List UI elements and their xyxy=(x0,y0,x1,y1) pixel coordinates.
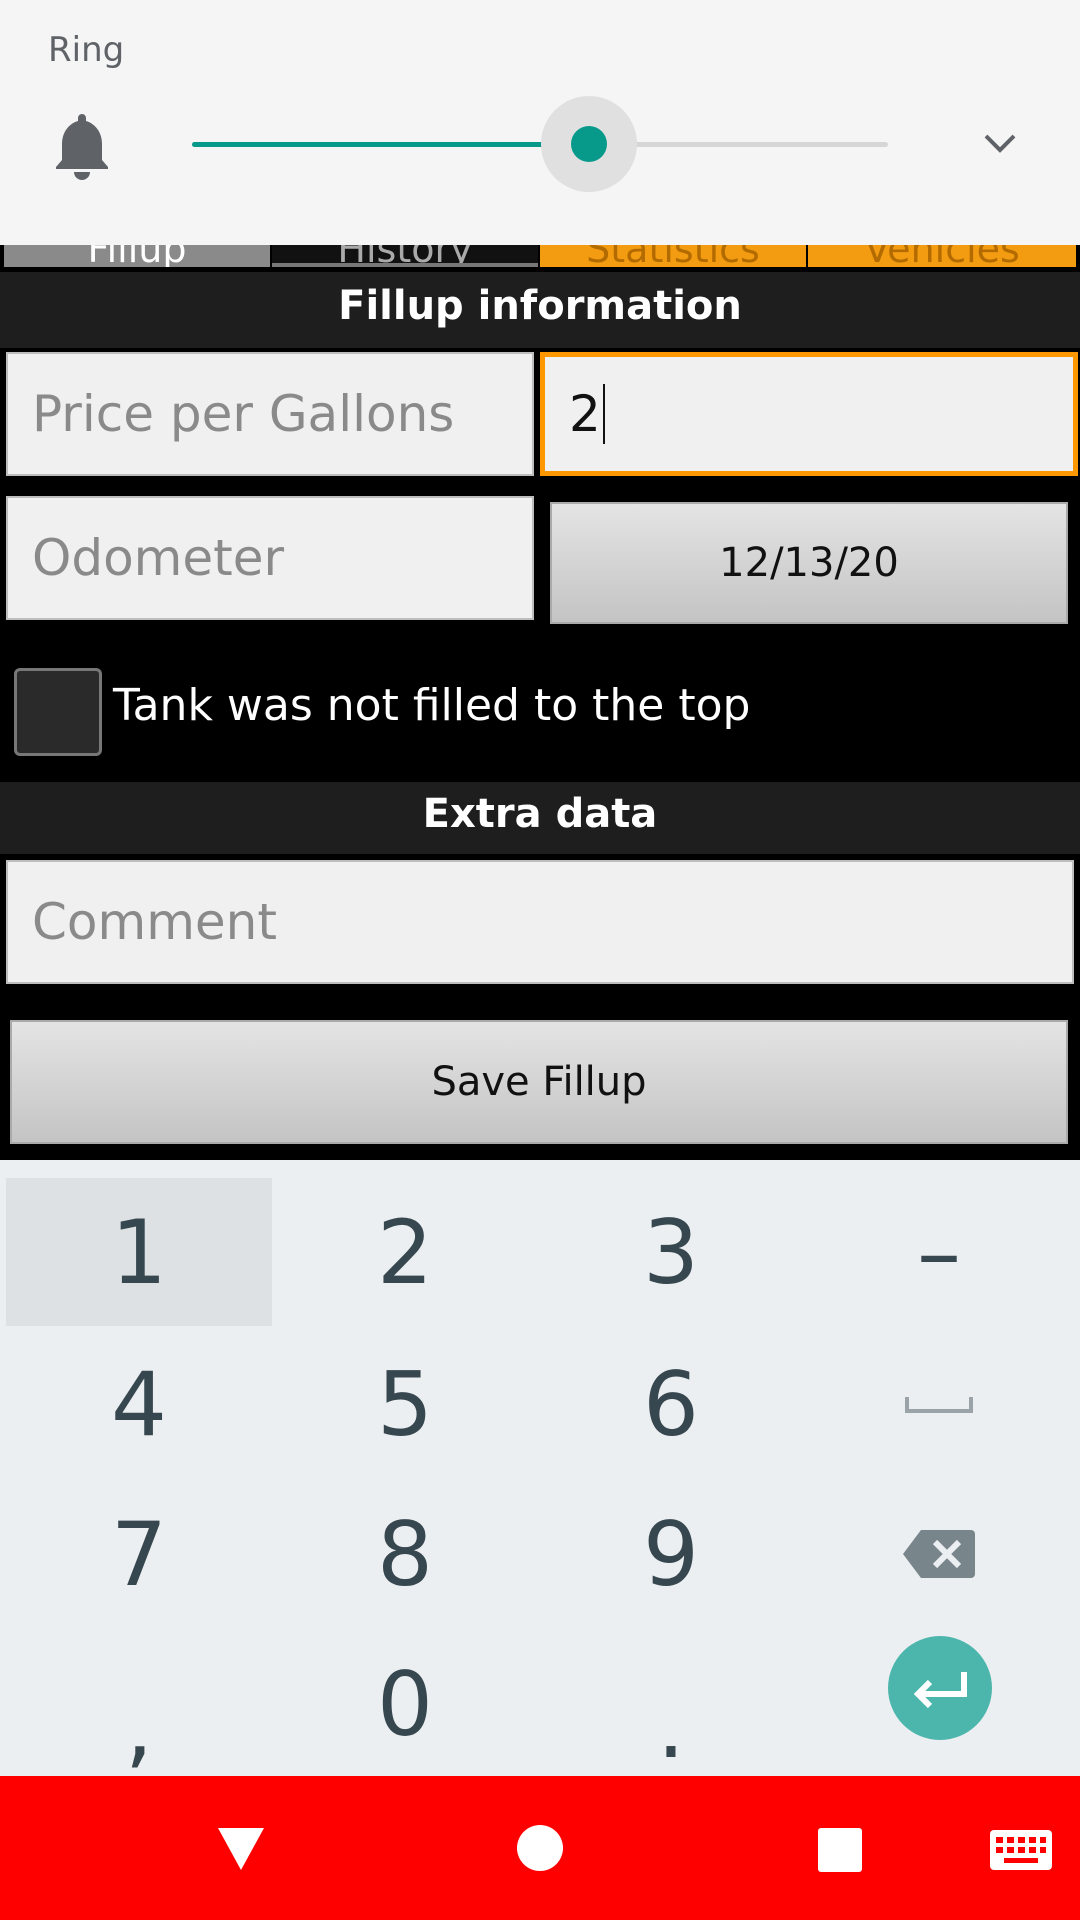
gallons-input[interactable]: 2 xyxy=(540,352,1078,476)
tab-fillup[interactable]: Fillup xyxy=(4,245,270,267)
enter-key[interactable] xyxy=(888,1636,992,1740)
volume-slider-fill xyxy=(192,142,589,147)
odometer-input[interactable]: Odometer xyxy=(6,496,534,620)
key-5[interactable]: 5 xyxy=(272,1330,538,1478)
key-6[interactable]: 6 xyxy=(538,1330,804,1478)
key-7[interactable]: 7 xyxy=(6,1480,272,1628)
date-button[interactable]: 12/13/20 xyxy=(550,502,1068,624)
back-icon[interactable] xyxy=(216,1826,266,1872)
key-minus[interactable]: – xyxy=(806,1178,1072,1326)
volume-panel: Ring xyxy=(0,0,1080,245)
gallons-value: 2 xyxy=(569,385,601,443)
volume-slider[interactable] xyxy=(192,96,888,192)
tab-vehicles[interactable]: Vehicles xyxy=(808,245,1076,267)
key-space[interactable] xyxy=(806,1330,1072,1478)
enter-icon xyxy=(913,1672,967,1708)
volume-slider-thumb[interactable] xyxy=(570,126,607,162)
ring-label: Ring xyxy=(48,30,125,70)
navigation-bar xyxy=(0,1776,1080,1920)
extra-data-header: Extra data xyxy=(0,782,1080,854)
key-0[interactable]: 0 xyxy=(272,1630,538,1778)
key-2[interactable]: 2 xyxy=(272,1178,538,1326)
fillup-info-header: Fillup information xyxy=(0,272,1080,348)
home-icon[interactable] xyxy=(516,1824,564,1872)
key-8[interactable]: 8 xyxy=(272,1480,538,1628)
not-filled-label: Tank was not filled to the top xyxy=(113,680,751,731)
key-3[interactable]: 3 xyxy=(538,1178,804,1326)
key-period[interactable]: . xyxy=(538,1630,804,1778)
key-4[interactable]: 4 xyxy=(6,1330,272,1478)
key-1[interactable]: 1 xyxy=(6,1178,272,1326)
recents-icon[interactable] xyxy=(818,1828,862,1872)
key-comma[interactable]: , xyxy=(6,1630,272,1778)
text-cursor xyxy=(602,384,605,444)
price-per-gallon-input[interactable]: Price per Gallons xyxy=(6,352,534,476)
save-fillup-button[interactable]: Save Fillup xyxy=(10,1020,1068,1144)
chevron-down-icon[interactable] xyxy=(980,128,1020,158)
bell-icon[interactable] xyxy=(52,110,112,180)
comment-input[interactable]: Comment xyxy=(6,860,1074,984)
key-9[interactable]: 9 xyxy=(538,1480,804,1628)
space-icon xyxy=(905,1397,973,1413)
tab-statistics[interactable]: Statistics xyxy=(540,245,806,267)
tab-history[interactable]: History xyxy=(272,245,538,267)
backspace-icon xyxy=(903,1530,975,1578)
not-filled-checkbox[interactable] xyxy=(14,668,102,756)
key-backspace[interactable] xyxy=(806,1480,1072,1628)
keyboard-icon[interactable] xyxy=(990,1830,1052,1870)
